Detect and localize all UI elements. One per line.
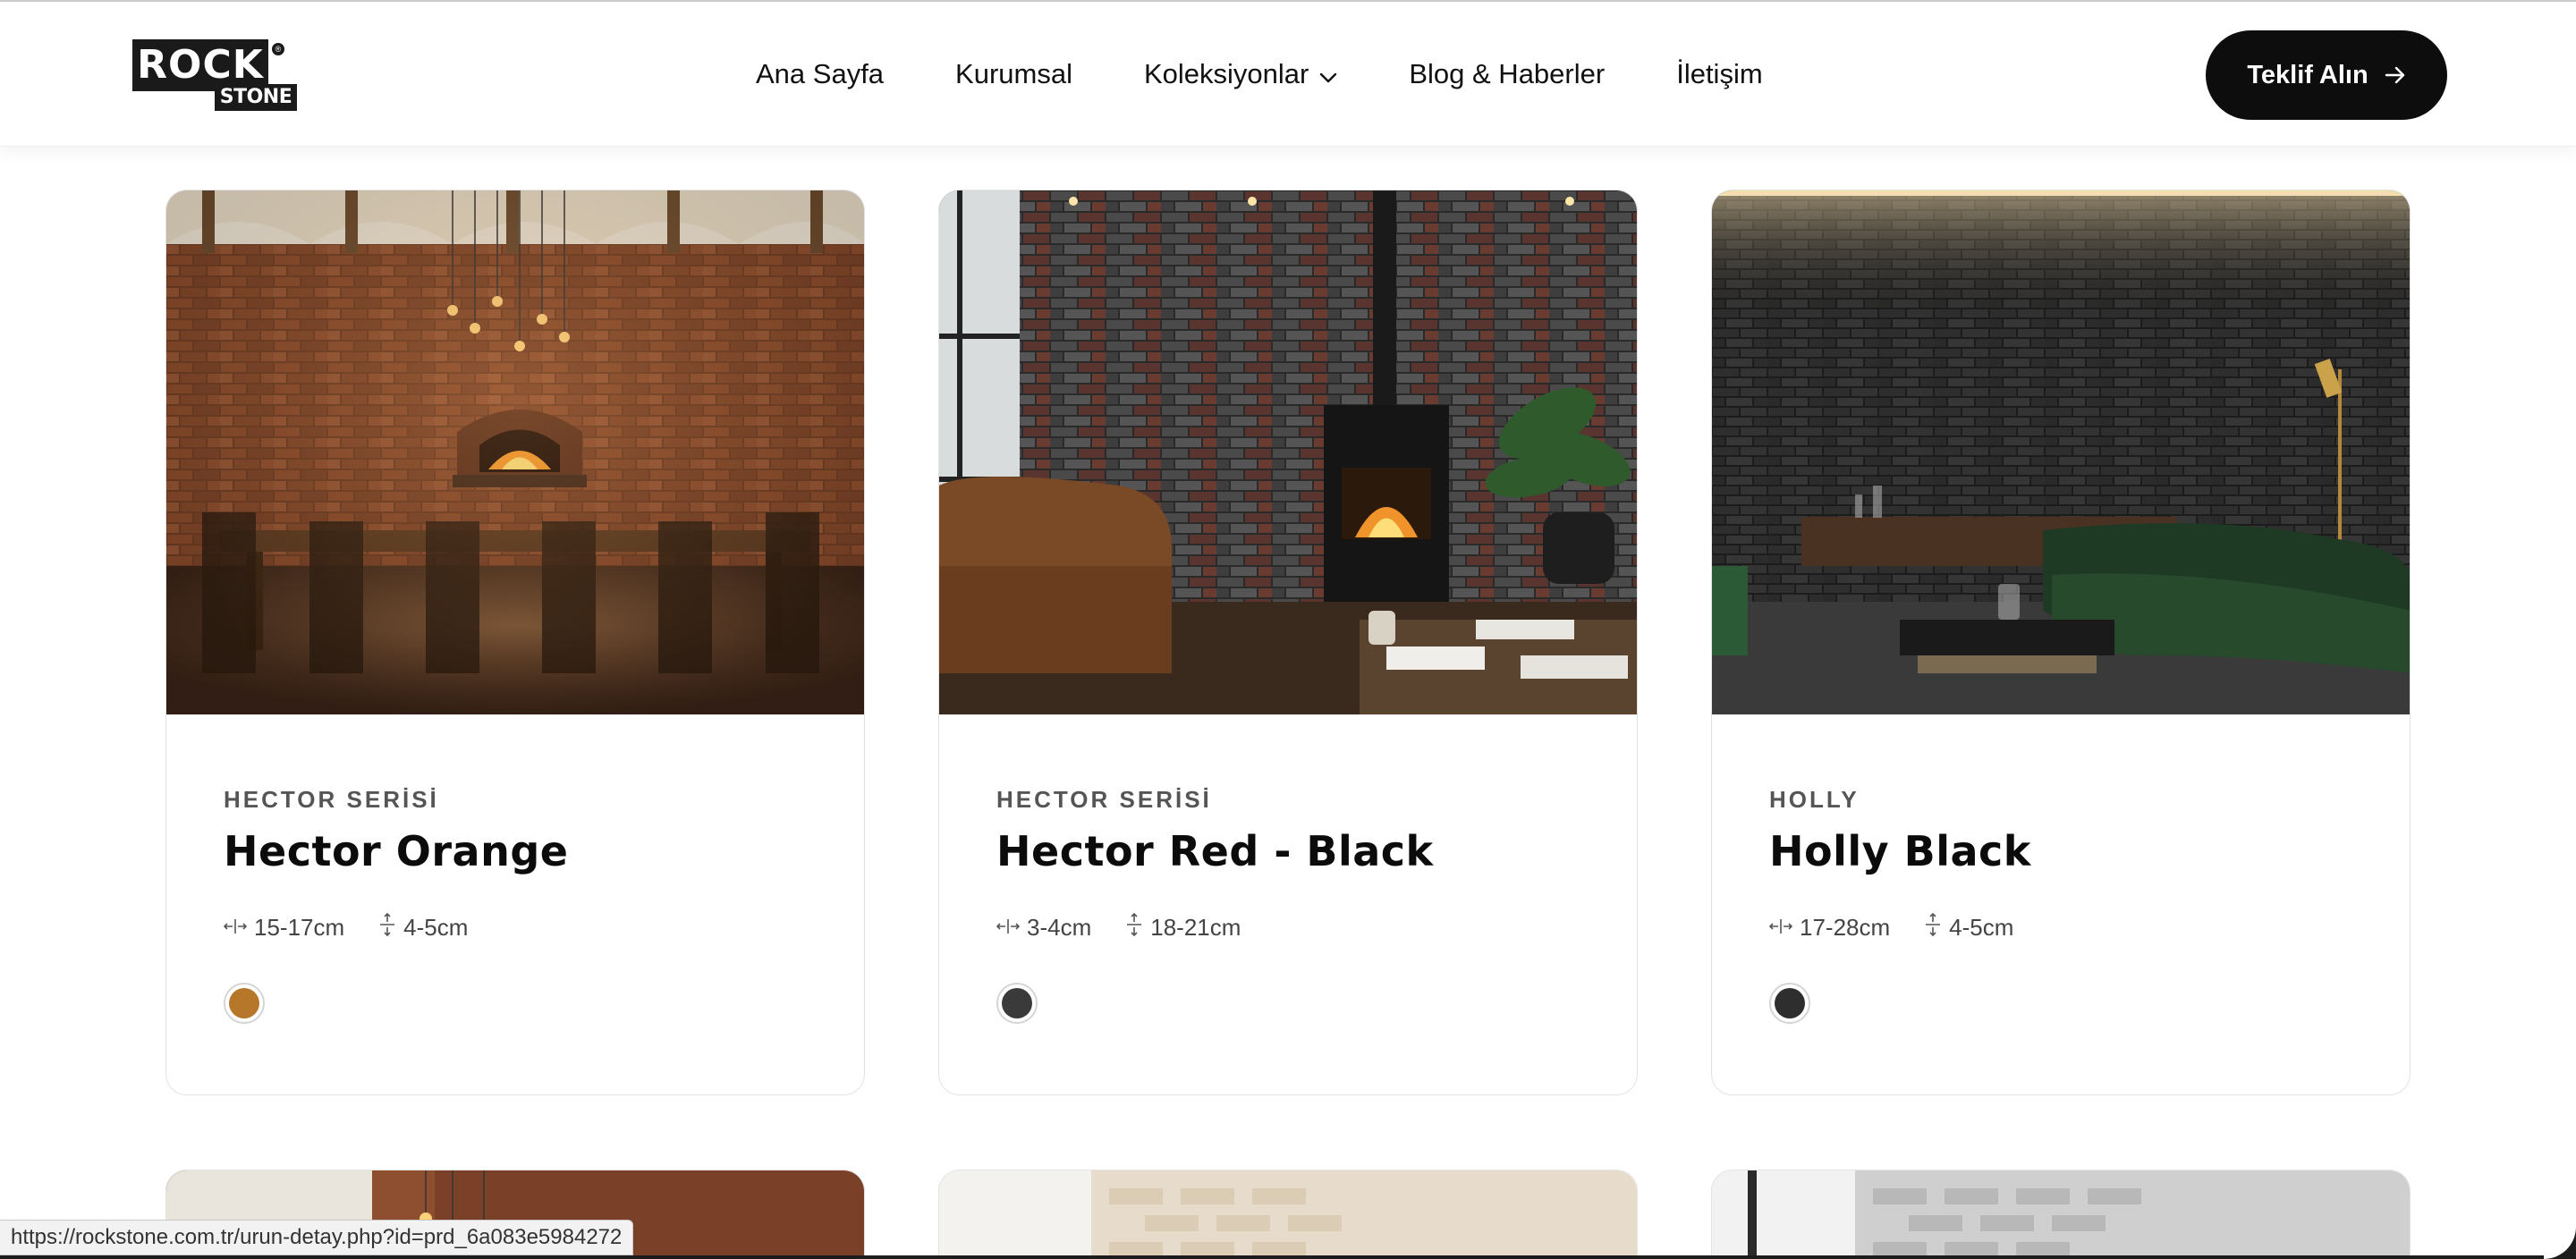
product-image [1712, 1170, 2410, 1259]
height-value: 4-5cm [403, 914, 469, 941]
status-bar-url: https://rockstone.com.tr/urun-detay.php?… [0, 1220, 634, 1255]
product-series: HECTOR SERİSİ [224, 786, 439, 813]
nav-item-collections[interactable]: Koleksiyonlar [1144, 58, 1337, 90]
swatch-color [1775, 988, 1805, 1018]
spec-width: 3-4cm [996, 914, 1091, 942]
product-specs: 17-28cm 4-5cm [1768, 912, 2047, 942]
product-image[interactable] [166, 190, 864, 714]
nav-label: İletişim [1676, 58, 1763, 89]
product-card-partial[interactable] [1711, 1170, 2411, 1259]
get-quote-label: Teklif Alın [2247, 60, 2368, 89]
swatch-color [229, 988, 259, 1018]
spec-height: 4-5cm [1924, 912, 2014, 942]
nav-item-blog[interactable]: Blog & Haberler [1409, 58, 1605, 90]
spec-height: 4-5cm [378, 912, 469, 942]
product-card[interactable]: HOLLY Holly Black 17-28cm 4-5cm [1711, 190, 2411, 1095]
width-arrows-icon [996, 914, 1027, 942]
nav-item-contact[interactable]: İletişim [1676, 58, 1762, 90]
color-swatch[interactable] [1769, 983, 1810, 1024]
nav-item-corporate[interactable]: Kurumsal [955, 58, 1072, 90]
swatch-color [1002, 988, 1032, 1018]
product-card[interactable]: HECTOR SERİSİ Hector Red - Black 3-4cm 1… [938, 190, 1638, 1095]
product-title[interactable]: Hector Red - Black [996, 827, 1434, 875]
nav-label: Ana Sayfa [756, 58, 885, 89]
nav-label: Blog & Haberler [1409, 58, 1606, 89]
spec-width: 17-28cm [1768, 914, 1891, 942]
height-value: 4-5cm [1949, 914, 2014, 941]
height-value: 18-21cm [1150, 914, 1241, 941]
nav-label: Koleksiyonlar [1143, 58, 1309, 89]
nav-label: Kurumsal [955, 58, 1072, 89]
logo-registered-mark: ® [272, 43, 284, 55]
width-arrows-icon [223, 914, 254, 942]
height-arrows-icon [1924, 912, 1949, 942]
product-image [939, 1170, 1637, 1259]
product-card-partial[interactable] [938, 1170, 1638, 1259]
chevron-down-icon [1319, 58, 1337, 90]
height-arrows-icon [378, 912, 403, 942]
width-arrows-icon [1768, 914, 1800, 942]
product-image[interactable] [939, 190, 1637, 714]
main-nav: Ana Sayfa Kurumsal Koleksiyonlar Blog & … [756, 52, 1763, 97]
product-specs: 3-4cm 18-21cm [996, 912, 1275, 942]
width-value: 17-28cm [1800, 914, 1891, 941]
get-quote-button[interactable]: Teklif Alın [2206, 30, 2447, 120]
product-series: HOLLY [1769, 786, 1860, 813]
window-corner [2544, 1227, 2576, 1259]
window-bottom-border [0, 1255, 2576, 1259]
height-arrows-icon [1125, 912, 1150, 942]
arrow-right-icon [2385, 66, 2406, 84]
spec-width: 15-17cm [223, 914, 345, 942]
rockstone-logo[interactable]: ROCK ® STONE [132, 39, 297, 111]
width-value: 3-4cm [1027, 914, 1092, 941]
product-title[interactable]: Holly Black [1769, 827, 2031, 875]
product-card[interactable]: HECTOR SERİSİ Hector Orange 15-17cm 4-5c… [165, 190, 865, 1095]
nav-item-home[interactable]: Ana Sayfa [756, 58, 884, 90]
logo-stone-text: STONE [215, 84, 297, 111]
color-swatch[interactable] [224, 983, 265, 1024]
color-swatch[interactable] [996, 983, 1038, 1024]
product-title[interactable]: Hector Orange [224, 827, 568, 875]
product-image[interactable] [1712, 190, 2410, 714]
site-header: ROCK ® STONE Ana Sayfa Kurumsal Koleksiy… [0, 2, 2576, 147]
product-specs: 15-17cm 4-5cm [223, 912, 502, 942]
width-value: 15-17cm [254, 914, 345, 941]
product-series: HECTOR SERİSİ [996, 786, 1212, 813]
spec-height: 18-21cm [1125, 912, 1241, 942]
